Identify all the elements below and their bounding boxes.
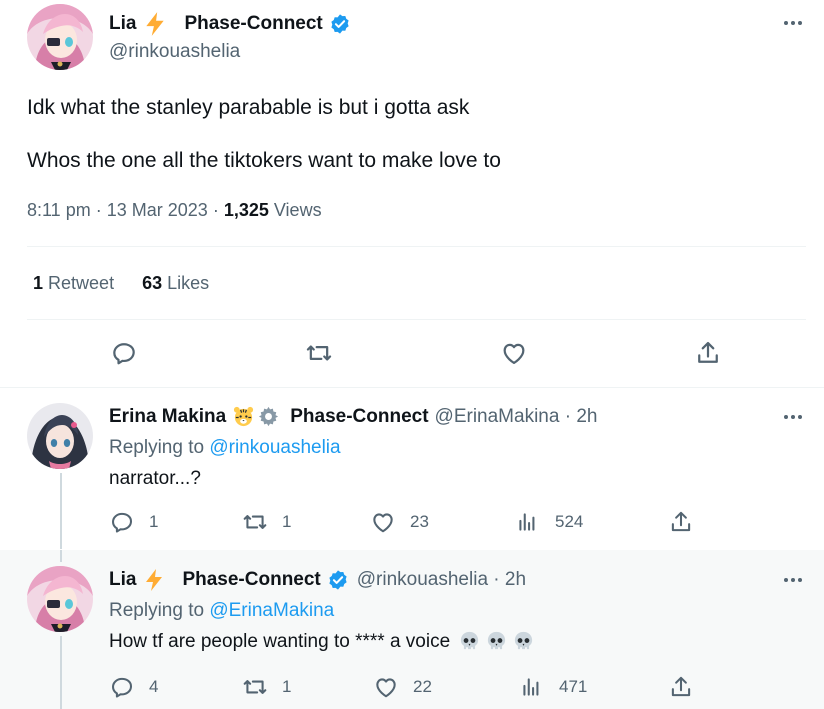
lightning-emoji-icon: [142, 568, 166, 592]
reply-text: narrator...?: [109, 468, 201, 489]
share-icon: [668, 509, 694, 535]
thread-line: [60, 473, 62, 549]
retweet-icon[interactable]: [305, 339, 333, 367]
meta-separator: ·: [559, 405, 577, 427]
share-icon: [668, 674, 694, 700]
author-name[interactable]: Lia: [109, 13, 136, 35]
retweet-count: 1: [282, 677, 292, 696]
views-count: 471: [559, 677, 588, 696]
like-icon: [373, 674, 399, 700]
reply-text: How tf are people wanting to **** a voic…: [109, 630, 451, 652]
like-count: 23: [410, 512, 429, 531]
like-count: 22: [413, 677, 432, 696]
author-org[interactable]: Phase-Connect: [184, 13, 322, 35]
likes-stat[interactable]: 63 Likes: [142, 273, 209, 294]
author-name-row[interactable]: Lia Phase-Connect: [109, 11, 351, 37]
more-icon[interactable]: [778, 570, 808, 590]
reply-time[interactable]: 2h: [505, 569, 526, 591]
retweets-label: Retweet: [48, 273, 115, 293]
mention-link[interactable]: @rinkouashelia: [209, 437, 340, 458]
like-icon[interactable]: [500, 339, 528, 367]
replying-prefix: Replying to: [109, 437, 205, 458]
avatar-erina-image: [27, 403, 93, 469]
verified-badge-icon: [329, 13, 351, 35]
tweet-text-line-2: Whos the one all the tiktokers want to m…: [27, 149, 501, 172]
author-name-row[interactable]: Erina Makina Phase-Connect @ErinaMakina …: [109, 405, 597, 428]
retweet-icon: [242, 509, 268, 535]
meta-separator: ·: [212, 200, 224, 220]
views-count: 1,325: [223, 200, 269, 220]
retweets-count: 1: [33, 273, 44, 293]
replying-to: Replying to @ErinaMakina: [109, 600, 334, 622]
reply-count: 4: [149, 677, 159, 696]
like-icon: [370, 509, 396, 535]
views-label: Views: [273, 200, 322, 220]
divider: [27, 319, 806, 320]
avatar[interactable]: [27, 403, 93, 469]
retweets-stat[interactable]: 1 Retweet: [33, 273, 114, 294]
tweet-text-line-1: Idk what the stanley parabable is but i …: [27, 96, 470, 119]
thread-line: [60, 550, 62, 562]
tiger-emoji-icon: [232, 405, 255, 428]
reply-icon: [109, 674, 135, 700]
more-icon[interactable]: [778, 407, 808, 427]
replying-to: Replying to @rinkouashelia: [109, 437, 341, 459]
meta-separator: ·: [488, 569, 505, 590]
tweet-date[interactable]: 13 Mar 2023: [107, 200, 208, 220]
replying-prefix: Replying to: [109, 600, 205, 621]
reply-text-row: How tf are people wanting to **** a voic…: [109, 630, 535, 653]
likes-count: 63: [142, 273, 163, 293]
lightning-emoji-icon: [142, 11, 168, 37]
main-tweet: Lia Phase-Connect @rinkouashelia Idk wha…: [0, 0, 824, 388]
reply-action[interactable]: 4: [109, 674, 158, 700]
author-name[interactable]: Lia: [109, 569, 136, 591]
skull-emoji-icon: [485, 630, 508, 653]
avatar-lia-image: [27, 4, 93, 70]
divider: [27, 246, 806, 247]
avatar[interactable]: [27, 4, 93, 70]
share-icon[interactable]: [694, 339, 722, 367]
reply-count: 1: [149, 512, 159, 531]
author-handle[interactable]: @rinkouashelia: [109, 41, 240, 63]
verified-badge-icon: [327, 569, 349, 591]
skull-emoji-icon: [458, 630, 481, 653]
share-action[interactable]: [668, 674, 708, 700]
like-action[interactable]: 23: [370, 509, 429, 535]
gear-emoji-icon: [257, 405, 280, 428]
views-icon: [515, 509, 541, 535]
views-count: 524: [555, 512, 584, 531]
views-action[interactable]: 471: [519, 674, 587, 700]
reply-tweet-highlighted: Lia Phase-Connect @rinkouashelia · 2h Re…: [0, 550, 824, 709]
reply-time[interactable]: 2h: [576, 406, 597, 428]
engagement-stats: 1 Retweet 63 Likes: [33, 273, 209, 294]
author-handle[interactable]: @ErinaMakina: [435, 406, 560, 428]
reply-tweet: Erina Makina Phase-Connect @ErinaMakina …: [0, 389, 824, 549]
tweet-meta: 8:11 pm · 13 Mar 2023 · 1,325 Views: [27, 200, 322, 221]
author-org[interactable]: Phase-Connect: [290, 406, 428, 428]
meta-separator: ·: [95, 200, 107, 220]
author-org[interactable]: Phase-Connect: [182, 569, 320, 591]
skull-emoji-icon: [512, 630, 535, 653]
more-icon[interactable]: [778, 13, 808, 33]
reply-icon: [109, 509, 135, 535]
author-handle[interactable]: @rinkouashelia: [357, 569, 488, 591]
retweet-action[interactable]: 1: [242, 509, 291, 535]
like-action[interactable]: 22: [373, 674, 432, 700]
avatar[interactable]: [27, 566, 93, 632]
retweet-icon: [242, 674, 268, 700]
author-name[interactable]: Erina Makina: [109, 406, 226, 428]
mention-link[interactable]: @ErinaMakina: [209, 600, 334, 621]
avatar-lia-image: [27, 566, 93, 632]
author-name-row[interactable]: Lia Phase-Connect @rinkouashelia · 2h: [109, 568, 526, 592]
views-action[interactable]: 524: [515, 509, 583, 535]
reply-icon[interactable]: [110, 339, 138, 367]
views-icon: [519, 674, 545, 700]
share-action[interactable]: [668, 509, 708, 535]
likes-label: Likes: [167, 273, 210, 293]
tweet-time[interactable]: 8:11 pm: [27, 200, 91, 220]
reply-action[interactable]: 1: [109, 509, 158, 535]
retweet-count: 1: [282, 512, 292, 531]
retweet-action[interactable]: 1: [242, 674, 291, 700]
thread-line: [60, 636, 62, 709]
